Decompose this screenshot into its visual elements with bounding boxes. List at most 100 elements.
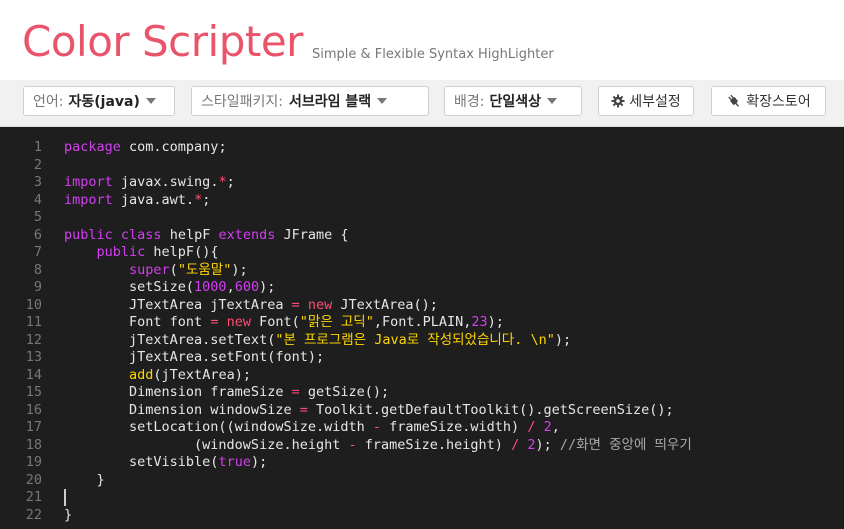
code-token: 1000 (194, 279, 227, 295)
line-number: 12 (25, 331, 42, 348)
code-line: jTextArea.setFont(font); (64, 349, 844, 367)
line-number: 6 (33, 226, 42, 243)
style-package-label: 스타일패키지: (201, 94, 283, 110)
code-token: new (307, 296, 333, 313)
code-line: jTextArea.setText("본 프로그램은 Java로 작성되었습니다… (64, 332, 844, 350)
code-token: import (64, 191, 113, 208)
code-token: "본 프로그램은 Java로 작성되었습니다. \n" (275, 331, 555, 348)
extension-store-button-label: 확장스토어 (746, 94, 811, 110)
background-value: 단일색상 (489, 94, 542, 110)
line-number: 20 (25, 471, 42, 488)
code-token: Dimension windowSize (64, 401, 300, 418)
code-token: Dimension frameSize (64, 384, 292, 400)
code-line: import javax.swing.*; (64, 174, 844, 192)
code-token: frameSize.height) (356, 436, 512, 453)
code-token: / (511, 436, 520, 453)
code-line: (windowSize.height - frameSize.height) /… (64, 437, 844, 455)
line-number: 5 (33, 209, 42, 225)
code-token: , (551, 419, 560, 435)
code-token: , (226, 279, 235, 295)
brand-tagline: Simple & Flexible Syntax HighLighter (312, 47, 554, 62)
code-token: class (120, 226, 162, 243)
code-line: Dimension windowSize = Toolkit.getDefaul… (64, 402, 844, 420)
code-token: = (291, 384, 300, 400)
code-token: } (64, 471, 105, 488)
language-value: 자동(java) (68, 94, 140, 110)
style-package-value: 서브라임 블랙 (289, 94, 372, 110)
brand-logo[interactable]: Color Scripter (22, 16, 303, 68)
settings-button[interactable]: 세부설정 (598, 86, 694, 116)
code-token: ,Font.PLAIN, (373, 314, 472, 330)
code-token: ); (554, 331, 572, 348)
caret-down-icon (377, 98, 388, 104)
code-token: ; (202, 191, 211, 208)
style-package-dropdown[interactable]: 스타일패키지: 서브라임 블랙 (191, 86, 429, 116)
code-token: helpF (161, 226, 219, 243)
code-token: "도움말" (177, 261, 232, 278)
plug-icon (728, 94, 740, 107)
code-line: public class helpF extends JFrame { (64, 227, 844, 245)
code-token: public (64, 226, 113, 243)
settings-button-label: 세부설정 (629, 94, 681, 110)
code-token: (jTextArea); (153, 366, 251, 383)
code-token: setVisible( (64, 454, 219, 470)
code-token: Font( (250, 314, 300, 330)
line-number: 11 (25, 314, 42, 330)
gear-icon (611, 94, 625, 108)
code-line: super("도움말"); (64, 262, 844, 280)
code-token: new (226, 314, 251, 330)
code-token: frameSize.width) (381, 419, 528, 435)
language-dropdown[interactable]: 언어: 자동(java) (23, 86, 175, 116)
extension-store-button[interactable]: 확장스토어 (711, 86, 826, 116)
line-number: 7 (33, 244, 42, 260)
code-token: extends (218, 226, 276, 243)
code-line: package com.company; (64, 139, 844, 157)
code-token: = (299, 401, 308, 418)
code-token: true (218, 454, 251, 470)
line-number: 8 (33, 261, 42, 278)
code-token: Font font (64, 314, 211, 330)
line-number-gutter: 1 2 3 4 5 6 7 8 9 10 11 12 13 14 15 16 17 18 19 20 21 22 (0, 139, 48, 524)
code-token: } (64, 506, 73, 523)
line-number: 10 (25, 296, 42, 313)
code-token: ); (250, 454, 268, 470)
line-number: 1 (33, 139, 42, 155)
code-token: com.company; (120, 139, 227, 155)
line-number: 14 (25, 366, 42, 383)
code-token: 23 (471, 314, 488, 330)
caret-down-icon (547, 98, 558, 104)
line-number: 13 (25, 349, 42, 365)
background-dropdown[interactable]: 배경: 단일색상 (444, 86, 582, 116)
app-header: Color Scripter Simple & Flexible Syntax … (0, 0, 844, 80)
code-token: javax.swing. (112, 174, 219, 190)
code-token: ); (535, 436, 560, 453)
line-number: 18 (25, 436, 42, 453)
code-line: add(jTextArea); (64, 367, 844, 385)
code-token: JFrame { (275, 226, 349, 243)
code-line: setSize(1000,600); (64, 279, 844, 297)
line-number: 15 (25, 384, 42, 400)
code-line: Font font = new Font("맑은 고딕",Font.PLAIN,… (64, 314, 844, 332)
code-token: * (218, 174, 227, 190)
code-content[interactable]: package com.company; import javax.swing.*… (64, 139, 844, 524)
code-token: (windowSize.height (64, 436, 349, 453)
line-number: 4 (33, 191, 42, 208)
language-label: 언어: (33, 94, 64, 110)
code-token: //화면 중앙에 띄우기 (559, 436, 692, 453)
code-token: JTextArea jTextArea (64, 296, 292, 313)
code-token: = (291, 296, 300, 313)
code-token: getSize(); (299, 384, 390, 400)
code-line: setVisible(true); (64, 454, 844, 472)
text-cursor (64, 489, 66, 506)
code-line: Dimension frameSize = getSize(); (64, 384, 844, 402)
code-token: "맑은 고딕" (299, 314, 374, 330)
code-editor[interactable]: 1 2 3 4 5 6 7 8 9 10 11 12 13 14 15 16 17 18 19 20 21 22 pack… (0, 127, 844, 529)
code-token: JTextArea(); (332, 296, 438, 313)
